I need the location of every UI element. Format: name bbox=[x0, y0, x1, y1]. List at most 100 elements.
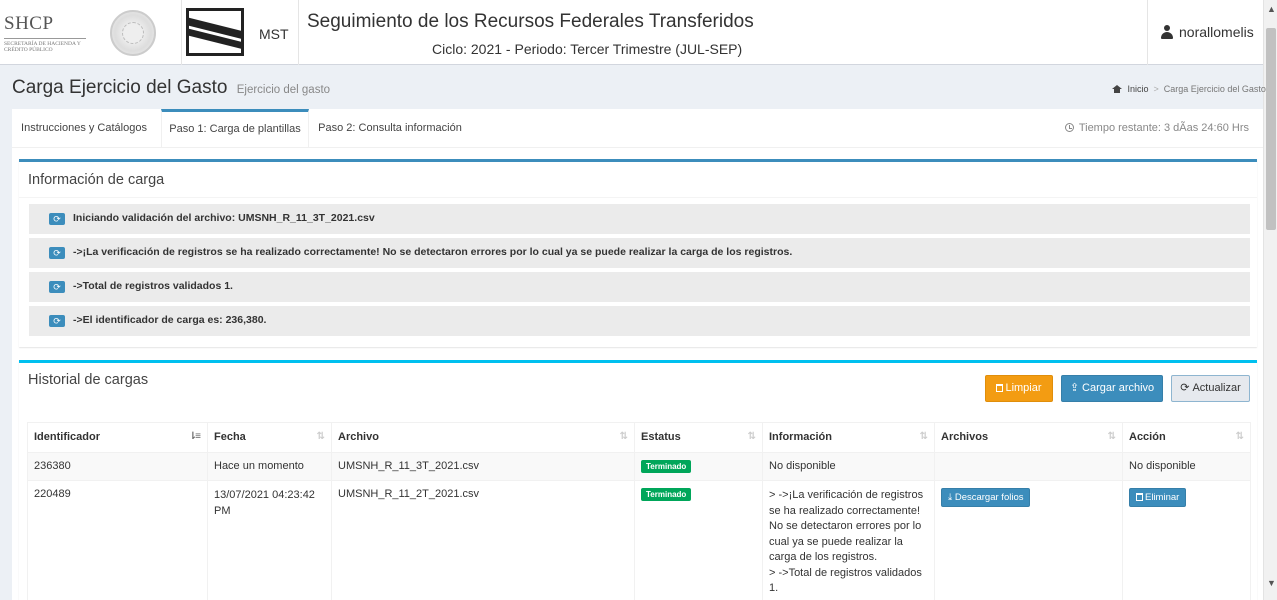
sort-icon[interactable]: ⇅ bbox=[620, 431, 629, 442]
upload-file-button[interactable]: ⇪ Cargar archivo bbox=[1061, 375, 1163, 402]
shcp-logo-subtitle: SECRETARÍA DE HACIENDA Y CRÉDITO PÚBLICO bbox=[4, 41, 81, 53]
page-subtitle: Ejercicio del gasto bbox=[236, 84, 331, 96]
clear-button[interactable]: Limpiar bbox=[985, 375, 1053, 402]
upload-info-box: Información de carga ⟳ Iniciando validac… bbox=[19, 159, 1257, 347]
sort-icon[interactable]: ⇅ bbox=[317, 431, 326, 442]
time-remaining: Tiempo restante: 3 dÃas 24:60 Hrs bbox=[1064, 122, 1249, 134]
sort-icon[interactable]: ⇅ bbox=[920, 431, 929, 442]
cell-date: Hace un momento bbox=[207, 452, 332, 481]
tab-step1-upload[interactable]: Paso 1: Carga de plantillas bbox=[161, 109, 309, 148]
refresh-icon: ⟳ bbox=[49, 281, 65, 293]
refresh-button-label: Actualizar bbox=[1192, 382, 1241, 394]
sort-icon[interactable]: ⇅ bbox=[1108, 431, 1117, 442]
column-label: Información bbox=[769, 431, 832, 443]
cell-status: Terminado bbox=[634, 452, 763, 481]
breadcrumb-home[interactable]: Inicio bbox=[1128, 84, 1149, 94]
column-label: Archivos bbox=[941, 431, 989, 443]
table-header-row: Identificador ⇂≡ Fecha ⇅ Archivo ⇅ Estatus ⇅… bbox=[27, 422, 1251, 453]
cell-action: Eliminar bbox=[1122, 480, 1251, 600]
dashboard-icon bbox=[1112, 85, 1122, 93]
cell-files bbox=[934, 452, 1123, 481]
page-title: Carga Ejercicio del Gasto Ejercicio del … bbox=[12, 77, 330, 99]
log-item: ⟳ ->El identificador de carga es: 236,38… bbox=[29, 306, 1250, 336]
table-row: 220489 13/07/2021 04:23:42 PM UMSNH_R_11… bbox=[27, 480, 1251, 600]
cell-id: 220489 bbox=[27, 480, 208, 600]
download-icon: ⤓ bbox=[948, 492, 955, 503]
cell-file: UMSNH_R_11_3T_2021.csv bbox=[331, 452, 635, 481]
column-header-files[interactable]: Archivos ⇅ bbox=[934, 422, 1123, 453]
log-text: Iniciando validación del archivo: UMSNH_… bbox=[73, 212, 375, 224]
cell-id: 236380 bbox=[27, 452, 208, 481]
log-item: ⟳ Iniciando validación del archivo: UMSN… bbox=[29, 204, 1250, 234]
scroll-thumb[interactable] bbox=[1266, 28, 1276, 230]
cell-info: > ->¡La verificación de registros se ha … bbox=[762, 480, 935, 600]
sort-desc-icon[interactable]: ⇂≡ bbox=[189, 431, 201, 442]
box-divider bbox=[19, 197, 1257, 198]
upload-history-table: Identificador ⇂≡ Fecha ⇅ Archivo ⇅ Estatus ⇅… bbox=[27, 422, 1251, 600]
refresh-icon: ⟳ bbox=[1180, 382, 1190, 394]
upload-info-title: Información de carga bbox=[28, 172, 165, 188]
cell-status: Terminado bbox=[634, 480, 763, 600]
log-text: ->El identificador de carga es: 236,380. bbox=[73, 314, 267, 326]
download-folios-button[interactable]: ⤓ Descargar folios bbox=[941, 488, 1031, 507]
column-label: Identificador bbox=[34, 431, 101, 443]
header-divider bbox=[298, 0, 299, 65]
column-label: Archivo bbox=[338, 431, 379, 443]
scroll-up-icon[interactable]: ▲ bbox=[1267, 4, 1276, 14]
column-header-status[interactable]: Estatus ⇅ bbox=[634, 422, 763, 453]
table-row: 236380 Hace un momento UMSNH_R_11_3T_202… bbox=[27, 452, 1251, 481]
shcp-logo: SHCP SECRETARÍA DE HACIENDA Y CRÉDITO PÚ… bbox=[0, 0, 182, 65]
user-menu[interactable]: norallomelis bbox=[1147, 0, 1263, 65]
delete-button[interactable]: Eliminar bbox=[1129, 488, 1187, 507]
cell-info: No disponible bbox=[762, 452, 935, 481]
mst-logo-icon bbox=[186, 8, 244, 56]
top-header: SHCP SECRETARÍA DE HACIENDA Y CRÉDITO PÚ… bbox=[0, 0, 1263, 65]
refresh-button[interactable]: ⟳ Actualizar bbox=[1171, 375, 1250, 402]
cell-files: ⤓ Descargar folios bbox=[934, 480, 1123, 600]
shcp-logo-line bbox=[4, 38, 86, 39]
upload-icon: ⇪ bbox=[1069, 382, 1080, 394]
refresh-icon: ⟳ bbox=[49, 315, 65, 327]
shcp-logo-text: SHCP bbox=[4, 13, 54, 34]
refresh-icon: ⟳ bbox=[49, 213, 65, 225]
mst-label: MST bbox=[259, 26, 289, 42]
scroll-down-icon[interactable]: ▼ bbox=[1267, 578, 1276, 588]
sort-icon[interactable]: ⇅ bbox=[748, 431, 757, 442]
clear-button-label: Limpiar bbox=[1005, 382, 1042, 394]
cell-date: 13/07/2021 04:23:42 PM bbox=[207, 480, 332, 600]
delete-button-label: Eliminar bbox=[1145, 492, 1180, 503]
column-header-id[interactable]: Identificador ⇂≡ bbox=[27, 422, 208, 453]
refresh-icon: ⟳ bbox=[49, 247, 65, 259]
breadcrumb-separator: > bbox=[1153, 84, 1159, 94]
national-seal-icon bbox=[110, 10, 156, 56]
tab-step2-query[interactable]: Paso 2: Consulta información bbox=[312, 109, 468, 148]
column-header-date[interactable]: Fecha ⇅ bbox=[207, 422, 332, 453]
status-badge: Terminado bbox=[641, 460, 692, 473]
trash-icon bbox=[1136, 493, 1143, 501]
clock-icon bbox=[1064, 123, 1074, 132]
upload-history-box: Historial de cargas Limpiar ⇪ Cargar arch… bbox=[19, 360, 1257, 600]
page-title-text: Carga Ejercicio del Gasto bbox=[12, 77, 228, 98]
cell-action: No disponible bbox=[1122, 452, 1251, 481]
status-badge: Terminado bbox=[641, 488, 692, 501]
log-item: ⟳ ->¡La verificación de registros se ha … bbox=[29, 238, 1250, 268]
time-remaining-text: Tiempo restante: 3 dÃas 24:60 Hrs bbox=[1078, 122, 1249, 134]
download-folios-label: Descargar folios bbox=[954, 492, 1024, 503]
log-text: ->¡La verificación de registros se ha re… bbox=[73, 246, 793, 258]
user-icon bbox=[1161, 25, 1173, 39]
column-header-info[interactable]: Información ⇅ bbox=[762, 422, 935, 453]
sort-icon[interactable]: ⇅ bbox=[1236, 431, 1245, 442]
column-header-action[interactable]: Acción ⇅ bbox=[1122, 422, 1251, 453]
trash-icon bbox=[996, 384, 1004, 392]
log-item: ⟳ ->Total de registros validados 1. bbox=[29, 272, 1250, 302]
system-title: Seguimiento de los Recursos Federales Tr… bbox=[307, 11, 754, 32]
breadcrumb: Inicio > Carga Ejercicio del Gasto bbox=[1112, 84, 1266, 94]
column-label: Fecha bbox=[214, 431, 246, 443]
tab-instructions[interactable]: Instrucciones y Catálogos bbox=[12, 109, 156, 148]
breadcrumb-current: Carga Ejercicio del Gasto bbox=[1163, 84, 1266, 94]
column-header-file[interactable]: Archivo ⇅ bbox=[331, 422, 635, 453]
column-label: Estatus bbox=[641, 431, 681, 443]
column-label: Acción bbox=[1129, 431, 1166, 443]
cell-file: UMSNH_R_11_2T_2021.csv bbox=[331, 480, 635, 600]
upload-button-label: Cargar archivo bbox=[1082, 382, 1155, 394]
